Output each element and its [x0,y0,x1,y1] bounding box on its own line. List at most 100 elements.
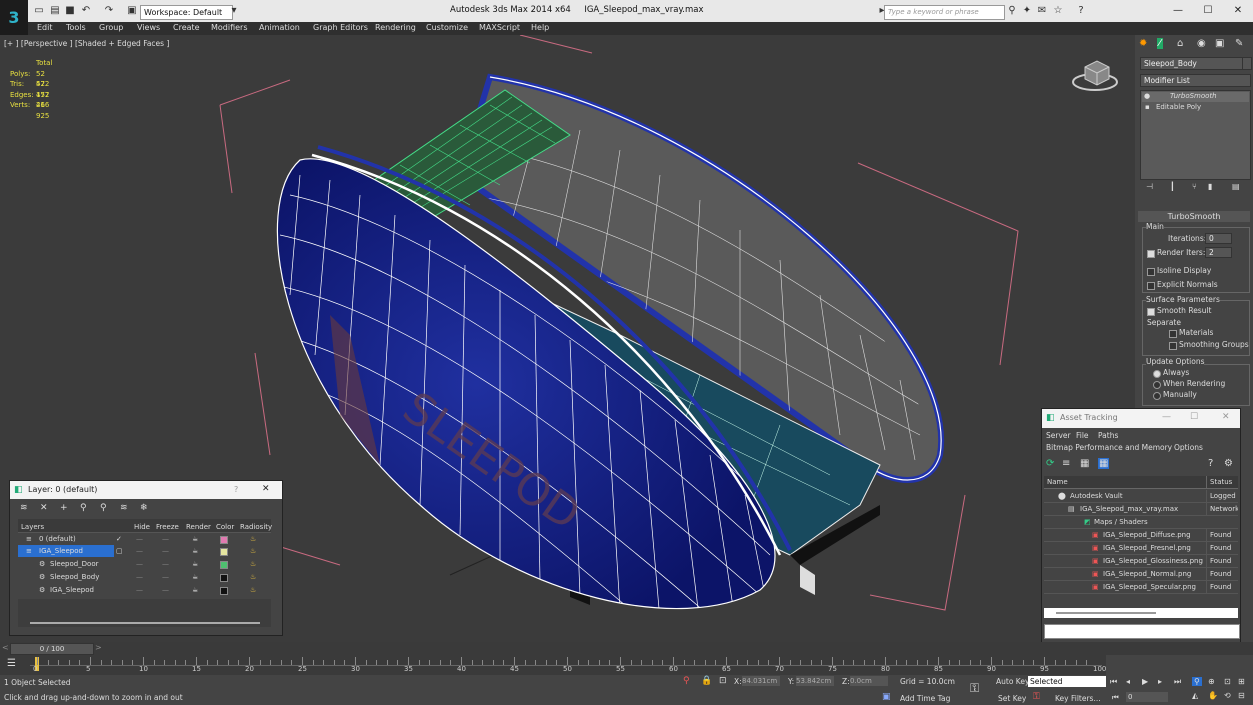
favorites-icon[interactable]: ☆ [1052,5,1064,17]
layer-dialog-titlebar[interactable]: ◧ Layer: 0 (default) ? ✕ [10,481,282,499]
col-radiosity[interactable]: Radiosity [240,523,272,531]
prev-frame-icon[interactable]: < [2,643,9,652]
mini-curve-editor-icon[interactable]: ☰ [7,658,16,669]
orbit-icon[interactable]: ⟲ [1224,691,1231,700]
key-icon[interactable]: ⚿ [970,681,979,696]
object-color-swatch[interactable] [1242,57,1252,70]
asset-row[interactable]: ▣ IGA_Sleepod_Glossiness.png Found [1044,555,1238,568]
absolute-mode-icon[interactable]: ⊡ [719,676,727,686]
menu-help[interactable]: Help [531,23,549,32]
asset-hscrollbar[interactable] [1044,608,1238,618]
z-coordinate-field[interactable]: 0.0cm [850,676,888,686]
workspace-chevron-icon[interactable]: ▾ [228,5,240,17]
zoom-all-icon[interactable]: ⊕ [1208,677,1215,686]
redo-icon[interactable]: ↷ [103,5,115,17]
create-tab-icon[interactable]: ✹ [1139,38,1147,49]
smoothing-groups-checkbox[interactable] [1169,342,1177,350]
layer-row[interactable]: ≡ 0 (default) ✓ — — ☕ ♨ [18,533,271,545]
new-icon[interactable]: ▭ [33,5,45,17]
render-teapot-icon[interactable]: ☕ [192,584,198,596]
asset-close-button[interactable]: ✕ [1222,412,1230,422]
layer-color-swatch[interactable] [220,587,228,595]
layer-help-button[interactable]: ? [234,485,238,494]
viewcube-icon[interactable] [1072,60,1118,91]
layer-close-button[interactable]: ✕ [262,484,270,494]
make-unique-icon[interactable]: ⑂ [1192,182,1197,191]
explicit-normals-checkbox[interactable] [1147,282,1155,290]
freeze-toggle[interactable]: — [162,571,169,583]
pan-icon[interactable]: ✋ [1208,691,1218,700]
workspace-dropdown[interactable]: Workspace: Default [140,5,233,20]
when-rendering-radio[interactable] [1153,381,1161,389]
current-frame-field[interactable]: 0 [1126,692,1168,702]
lock-selection-icon[interactable]: 🔒 [701,676,712,686]
save-icon[interactable]: ■ [64,5,76,17]
menu-maxscript[interactable]: MAXScript [479,23,520,32]
render-teapot-icon[interactable]: ☕ [192,545,198,557]
prev-key-icon[interactable]: ◂ [1126,677,1130,686]
go-to-start-icon[interactable]: ⏮ [1110,677,1117,687]
go-to-end-icon[interactable]: ⏭ [1174,677,1181,687]
zoom-extents-all-icon[interactable]: ⊞ [1238,677,1245,686]
thumbnail-view-icon[interactable]: ▦ [1080,458,1089,469]
asset-row[interactable]: ▣ IGA_Sleepod_Specular.png Found [1044,581,1238,594]
asset-maximize-button[interactable]: ☐ [1190,412,1198,422]
isolate-icon[interactable]: ⚲ [683,676,690,686]
pin-stack-icon[interactable]: ⊣ [1146,182,1153,191]
asset-row[interactable]: ▣ IGA_Sleepod_Normal.png Found [1044,568,1238,581]
modifier-list-dropdown[interactable]: Modifier List [1140,74,1251,87]
layer-row[interactable]: ⚙ Sleepod_Door — — ☕ ♨ [18,558,271,570]
layer-row[interactable]: ⚙ IGA_Sleepod — — ☕ ♨ [18,584,271,596]
hide-toggle[interactable]: — [136,584,143,596]
x-coordinate-field[interactable]: 84.031cm [742,676,780,686]
active-check-icon[interactable]: ✓ [116,533,122,545]
col-layers[interactable]: Layers [21,523,44,531]
binoculars-icon[interactable]: ⚲ [1006,5,1018,17]
lightbulb-icon[interactable]: ● [1144,92,1150,100]
layer-color-swatch[interactable] [220,536,228,544]
col-freeze[interactable]: Freeze [156,523,179,531]
freeze-toggle[interactable]: — [162,533,169,545]
list-view-icon[interactable]: ≡ [1062,458,1070,469]
highlight-layer-icon[interactable]: ⚲ [100,503,107,513]
asset-scroll-thumb[interactable] [1056,612,1156,614]
col-color[interactable]: Color [216,523,234,531]
render-teapot-icon[interactable]: ☕ [192,571,198,583]
maximize-button[interactable]: ☐ [1198,3,1218,19]
menu-group[interactable]: Group [99,23,123,32]
layer-color-swatch[interactable] [220,561,228,569]
undo-icon[interactable]: ↶ [80,5,92,17]
time-slider-thumb[interactable]: 0 / 100 [10,643,94,655]
search-input[interactable]: Type a keyword or phrase [884,5,1005,20]
table-view-icon[interactable]: ▦ [1098,458,1110,469]
hide-toggle[interactable]: — [136,533,143,545]
stack-item-turbosmooth[interactable]: ● TurboSmooth [1142,92,1249,102]
layer-row-selected[interactable]: ≡ IGA_Sleepod ▢ — — ☕ ♨ [18,545,271,557]
motion-tab-icon[interactable]: ◉ [1197,38,1206,49]
menu-graph-editors[interactable]: Graph Editors [313,23,368,32]
communication-icon[interactable]: ✉ [1036,5,1048,17]
help-icon[interactable]: ? [1075,5,1087,17]
utilities-tab-icon[interactable]: ✎ [1235,38,1243,49]
configure-sets-icon[interactable]: ▤ [1232,182,1240,191]
hierarchy-tab-icon[interactable]: ⌂ [1177,38,1183,49]
maximize-viewport-icon[interactable]: ⊟ [1238,691,1245,700]
auto-key-button[interactable]: Auto Key [996,677,1029,686]
show-end-result-icon[interactable]: ┃ [1170,182,1175,191]
hide-toggle[interactable]: — [136,571,143,583]
open-icon[interactable]: ▤ [49,5,61,17]
render-teapot-icon[interactable]: ☕ [192,533,198,545]
asset-settings-icon[interactable]: ⚙ [1224,458,1233,469]
radiosity-icon[interactable]: ♨ [250,533,256,545]
layer-hscrollbar[interactable] [30,622,260,624]
add-to-layer-icon[interactable]: + [60,503,68,513]
asset-help-icon[interactable]: ? [1208,458,1213,469]
col-hide[interactable]: Hide [134,523,150,531]
app-logo-icon[interactable]: 3 [0,0,28,35]
asset-dialog-titlebar[interactable]: ◧ Asset Tracking — ☐ ✕ [1042,409,1240,428]
close-button[interactable]: ✕ [1228,3,1248,19]
subscription-icon[interactable]: ✦ [1021,5,1033,17]
set-key-button[interactable]: Set Key [998,694,1026,703]
time-slider[interactable]: < 0 / 100 > [0,642,1253,655]
set-key-icon[interactable]: ⚿ [1033,692,1040,702]
